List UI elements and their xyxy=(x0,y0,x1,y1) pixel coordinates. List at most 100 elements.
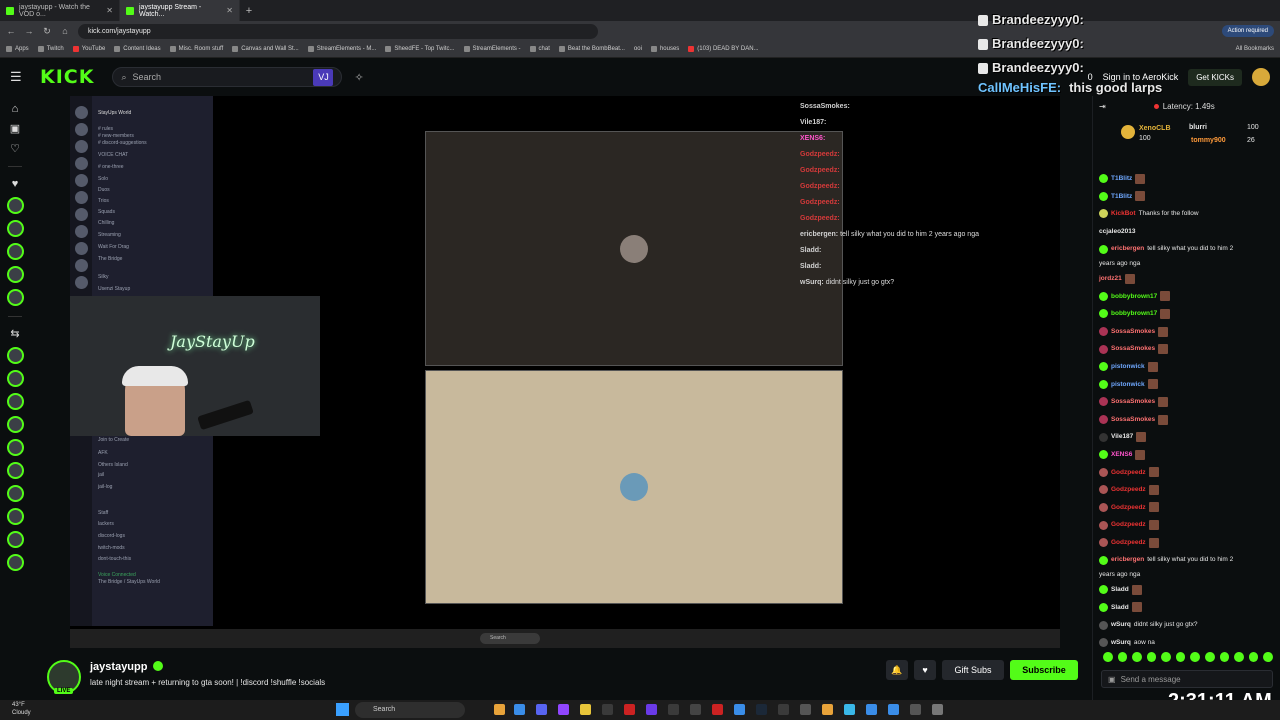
vj-extension-badge[interactable]: VJ xyxy=(313,68,334,86)
collapse-chat-icon[interactable]: ⇥ xyxy=(1099,102,1106,111)
app-icon[interactable] xyxy=(712,704,723,715)
bookmark-item[interactable]: Canvas and Wall St... xyxy=(232,46,299,52)
app-icon[interactable] xyxy=(866,704,877,715)
voice-call-tile xyxy=(425,131,843,366)
recommended-channel-avatar[interactable] xyxy=(6,462,24,479)
action-required-button[interactable]: Action required xyxy=(1221,25,1274,37)
discord-icon[interactable] xyxy=(536,704,547,715)
app-icon[interactable] xyxy=(932,704,943,715)
following-icon[interactable]: ♡ xyxy=(8,142,22,156)
heart-icon[interactable]: ♥ xyxy=(8,177,22,191)
emote-icon[interactable] xyxy=(1132,652,1142,662)
followed-channel-avatar[interactable] xyxy=(6,289,24,306)
bookmark-item[interactable]: (103) DEAD BY DAN... xyxy=(688,46,759,52)
heart-icon[interactable]: ♥ xyxy=(914,660,936,680)
recommended-channel-avatar[interactable] xyxy=(6,439,24,456)
bookmark-item[interactable]: Misc. Room stuff xyxy=(169,46,223,52)
bookmark-item[interactable]: Beat the BombBeat... xyxy=(558,46,625,52)
bookmark-item[interactable]: SheedFE - Top Twitc... xyxy=(385,46,455,52)
home-icon[interactable]: ⌂ xyxy=(8,102,22,116)
emote-icon[interactable] xyxy=(1219,652,1230,662)
recommended-channel-avatar[interactable] xyxy=(6,347,24,364)
browser-tab-vod[interactable]: jaystayupp - Watch the VOD o... ✕ xyxy=(0,0,120,21)
chat-input[interactable]: ▣ Send a message xyxy=(1101,670,1273,688)
bookmark-item[interactable]: Apps xyxy=(6,46,29,52)
recommended-channel-avatar[interactable] xyxy=(6,531,24,548)
recommended-channel-avatar[interactable] xyxy=(6,416,24,433)
home-icon[interactable]: ⌂ xyxy=(60,26,70,36)
back-icon[interactable]: ← xyxy=(6,26,16,36)
new-tab-button[interactable]: + xyxy=(240,5,258,17)
followed-channel-avatar[interactable] xyxy=(6,220,24,237)
twitch-icon[interactable] xyxy=(558,704,569,715)
emote-icon[interactable] xyxy=(1234,652,1244,662)
forward-icon[interactable]: → xyxy=(24,26,34,36)
bookmark-item[interactable]: YouTube xyxy=(72,46,105,52)
app-icon[interactable] xyxy=(668,704,679,715)
bookmark-item[interactable]: Content Ideas xyxy=(114,46,161,52)
emote-icon[interactable] xyxy=(1117,652,1128,662)
bookmark-item[interactable]: ooi xyxy=(634,46,642,52)
app-icon[interactable] xyxy=(602,704,613,715)
kick-logo[interactable]: KICK xyxy=(40,66,94,88)
recommended-channel-avatar[interactable] xyxy=(6,370,24,387)
followed-channel-avatar[interactable] xyxy=(6,266,24,283)
app-icon[interactable] xyxy=(910,704,921,715)
get-kicks-button[interactable]: Get KICKs xyxy=(1188,68,1242,86)
menu-icon[interactable]: ☰ xyxy=(10,69,26,85)
bell-icon[interactable]: 🔔 xyxy=(886,660,908,680)
app-icon[interactable] xyxy=(800,704,811,715)
emote-icon[interactable] xyxy=(1146,652,1157,662)
chrome-icon[interactable] xyxy=(494,704,505,715)
browser-tab-stream[interactable]: jaystayupp Stream - Watch... ✕ xyxy=(120,0,240,21)
emote-icon[interactable] xyxy=(1248,652,1259,662)
video-player[interactable]: StayUps World # rules # new-members # di… xyxy=(70,96,1060,648)
sparkle-icon[interactable]: ✧ xyxy=(354,71,363,84)
recommended-channel-avatar[interactable] xyxy=(6,393,24,410)
app-icon[interactable] xyxy=(734,704,745,715)
windows-start-icon[interactable] xyxy=(336,703,349,716)
app-icon[interactable] xyxy=(624,704,635,715)
avatar[interactable] xyxy=(1252,68,1270,86)
emote-icon[interactable] xyxy=(1190,652,1201,662)
recommended-channel-avatar[interactable] xyxy=(6,554,24,571)
chat-extension-icon[interactable]: ▣ xyxy=(1108,675,1116,684)
steam-icon[interactable] xyxy=(756,704,767,715)
reload-icon[interactable]: ↻ xyxy=(42,26,52,37)
overlay-chat-line: Godzpeedz: xyxy=(800,199,840,206)
weather-widget[interactable]: 43°F Cloudy xyxy=(12,701,31,717)
followed-channel-avatar[interactable] xyxy=(6,243,24,260)
edge-icon[interactable] xyxy=(514,704,525,715)
address-bar[interactable]: kick.com/jaystayupp xyxy=(78,23,598,39)
emote-icon[interactable] xyxy=(1205,652,1215,662)
recommended-channel-avatar[interactable] xyxy=(6,508,24,525)
recommended-icon[interactable]: ⇆ xyxy=(8,327,22,341)
taskbar-search[interactable]: Search xyxy=(355,702,465,718)
bookmark-item[interactable]: Twitch xyxy=(37,46,64,52)
followed-channel-avatar[interactable] xyxy=(6,197,24,214)
bookmark-item[interactable]: houses xyxy=(650,46,679,52)
search-input[interactable]: ⌕ Search VJ xyxy=(112,67,343,87)
app-icon[interactable] xyxy=(822,704,833,715)
bookmark-item[interactable]: StreamElements - xyxy=(463,46,521,52)
close-tab-icon[interactable]: ✕ xyxy=(106,6,113,15)
close-tab-icon[interactable]: ✕ xyxy=(226,6,233,15)
subscribe-button[interactable]: Subscribe xyxy=(1010,660,1078,680)
app-icon[interactable] xyxy=(778,704,789,715)
recommended-channel-avatar[interactable] xyxy=(6,485,24,502)
emote-icon[interactable] xyxy=(1175,652,1186,662)
gift-subs-button[interactable]: Gift Subs xyxy=(942,660,1004,680)
app-icon[interactable] xyxy=(844,704,855,715)
bookmark-item[interactable]: StreamElements - M... xyxy=(307,46,376,52)
emote-icon[interactable] xyxy=(1161,652,1171,662)
streamer-name[interactable]: jaystayupp xyxy=(90,661,147,673)
bookmark-item[interactable]: chat xyxy=(529,46,550,52)
app-icon[interactable] xyxy=(690,704,701,715)
file-explorer-icon[interactable] xyxy=(580,704,591,715)
emote-icon[interactable] xyxy=(1263,652,1273,662)
browse-icon[interactable]: ▣ xyxy=(8,122,22,136)
app-icon[interactable] xyxy=(888,704,899,715)
all-bookmarks[interactable]: All Bookmarks xyxy=(1236,46,1274,52)
app-icon[interactable] xyxy=(646,704,657,715)
emote-icon[interactable] xyxy=(1103,652,1113,662)
